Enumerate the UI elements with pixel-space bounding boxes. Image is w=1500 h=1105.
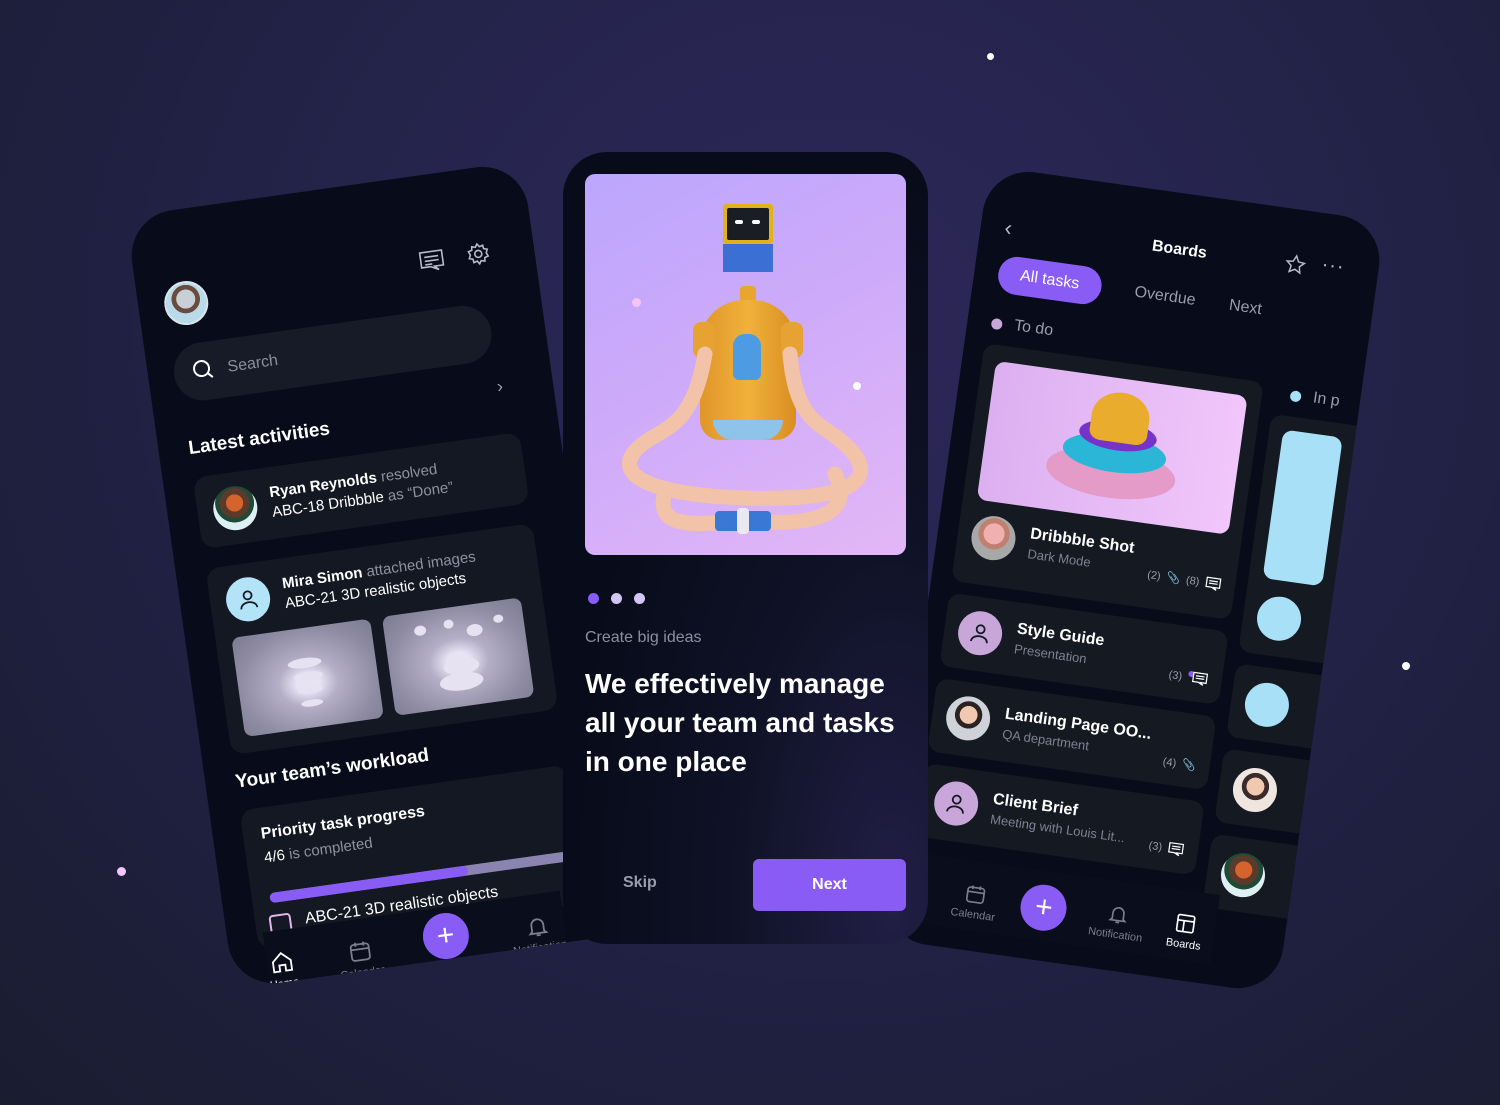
decorative-dot bbox=[1402, 662, 1410, 670]
nav-notification[interactable]: Notification bbox=[1087, 899, 1146, 945]
search-placeholder: Search bbox=[226, 351, 280, 376]
plus-icon: + bbox=[434, 918, 457, 954]
ryan-reynolds-avatar bbox=[210, 483, 261, 534]
assignee-avatar bbox=[968, 513, 1019, 564]
comment-count: (8) bbox=[1185, 573, 1201, 588]
attachment-count: (4) bbox=[1162, 755, 1178, 770]
boards-screen-phone: ‹ Boards ··· All tasks Overdue Next To d… bbox=[880, 165, 1386, 995]
skip-button[interactable]: Skip bbox=[623, 874, 657, 892]
assignee-avatar bbox=[943, 693, 993, 744]
person-placeholder-avatar bbox=[1242, 680, 1292, 730]
nav-home[interactable]: Home bbox=[265, 948, 300, 989]
more-options-icon[interactable]: ··· bbox=[1320, 253, 1346, 279]
paperclip-icon: 📎 bbox=[1181, 758, 1197, 773]
home-icon bbox=[271, 952, 293, 974]
attachment-count: (2) bbox=[1146, 568, 1162, 583]
column-todo-label: To do bbox=[990, 314, 1054, 340]
pager-dot[interactable] bbox=[611, 593, 622, 604]
hero-illustration bbox=[585, 174, 906, 555]
onboarding-screen-phone: Create big ideas We effectively manage a… bbox=[563, 152, 928, 944]
add-button[interactable]: + bbox=[1017, 881, 1070, 934]
chat-icon[interactable] bbox=[417, 247, 447, 279]
pager-dot[interactable] bbox=[634, 593, 645, 604]
pager-dot[interactable] bbox=[588, 593, 599, 604]
task-cover-image bbox=[1262, 429, 1343, 587]
add-button[interactable]: + bbox=[419, 910, 472, 963]
person-placeholder-avatar bbox=[223, 574, 273, 625]
bell-icon bbox=[528, 918, 549, 937]
onboarding-subtitle: Create big ideas bbox=[585, 629, 702, 646]
task-card[interactable] bbox=[1202, 833, 1332, 924]
task-card[interactable] bbox=[1214, 748, 1344, 839]
calendar-icon bbox=[965, 885, 986, 904]
progress-suffix: is completed bbox=[287, 834, 374, 864]
person-placeholder-avatar bbox=[955, 608, 1005, 659]
person-placeholder-avatar bbox=[1254, 593, 1304, 644]
star-icon[interactable] bbox=[1282, 252, 1308, 282]
comment-icon bbox=[1191, 671, 1209, 686]
assignee-avatar bbox=[1218, 850, 1268, 901]
boards-icon bbox=[1176, 913, 1197, 934]
comment-icon bbox=[1168, 841, 1185, 857]
home-screen-phone: Search › Latest activities Ryan Reynolds… bbox=[125, 160, 631, 990]
column-in-progress-label: In p bbox=[1289, 386, 1341, 411]
todo-status-dot bbox=[990, 317, 1004, 330]
tab-all-tasks[interactable]: All tasks bbox=[995, 254, 1104, 307]
paperclip-icon: 📎 bbox=[1165, 571, 1181, 586]
onboarding-title: We effectively manage all your team and … bbox=[585, 668, 895, 777]
task-card[interactable]: Dribbble Shot Dark Mode (2) 📎 (8) bbox=[951, 343, 1264, 620]
activity-item[interactable]: Mira Simon attached images ABC-21 3D rea… bbox=[205, 523, 559, 756]
search-icon bbox=[190, 356, 216, 386]
comment-count: (3) bbox=[1147, 839, 1163, 854]
calendar-icon bbox=[349, 941, 371, 962]
decorative-dot bbox=[987, 53, 994, 60]
bell-icon bbox=[1107, 906, 1127, 924]
next-button[interactable]: Next bbox=[753, 859, 906, 911]
plus-icon: + bbox=[1032, 889, 1055, 925]
task-card[interactable] bbox=[1226, 663, 1356, 754]
nav-notification[interactable]: Notification bbox=[509, 911, 568, 958]
nav-calendar[interactable]: Calendar bbox=[336, 936, 386, 982]
task-card[interactable] bbox=[1238, 413, 1386, 669]
latest-activities-heading: Latest activities bbox=[187, 418, 332, 460]
attached-image-thumbnail[interactable] bbox=[231, 618, 384, 738]
assignee-avatar bbox=[1230, 765, 1280, 815]
comment-icon bbox=[1205, 576, 1222, 591]
person-placeholder-avatar bbox=[931, 778, 982, 829]
search-input[interactable]: Search bbox=[170, 302, 496, 405]
workload-heading: Your team’s workload bbox=[234, 744, 431, 793]
gear-icon[interactable] bbox=[465, 240, 493, 272]
chevron-right-icon[interactable]: › bbox=[496, 376, 505, 398]
decorative-dot bbox=[117, 867, 126, 876]
user-avatar[interactable] bbox=[161, 278, 212, 328]
comment-count: (3) bbox=[1167, 668, 1183, 683]
tab-next[interactable]: Next bbox=[1228, 297, 1263, 319]
nav-calendar[interactable]: Calendar bbox=[950, 880, 999, 924]
pager-dots bbox=[588, 593, 645, 604]
attached-image-thumbnail[interactable] bbox=[381, 597, 535, 716]
in-progress-status-dot bbox=[1289, 389, 1302, 403]
nav-boards[interactable]: Boards bbox=[1165, 910, 1205, 953]
tab-overdue[interactable]: Overdue bbox=[1133, 284, 1197, 310]
progress-count: 4/6 bbox=[263, 846, 287, 867]
